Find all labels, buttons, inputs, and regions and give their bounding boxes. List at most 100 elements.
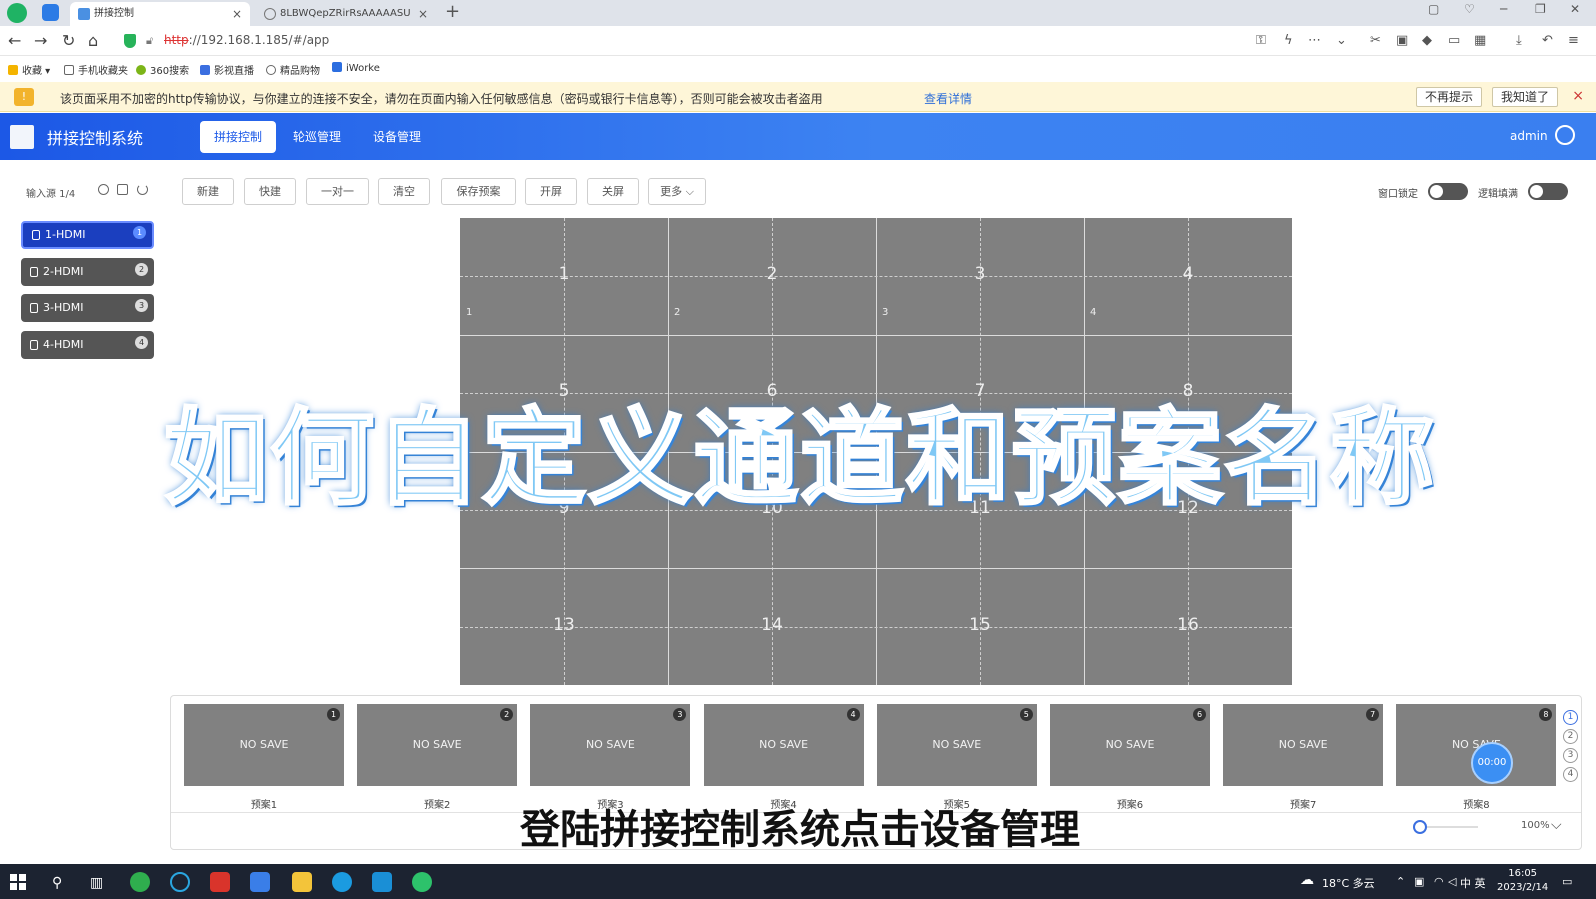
zoom-slider-handle[interactable]: [1413, 820, 1427, 834]
zoom-slider-track[interactable]: [1418, 826, 1478, 828]
browser-tab-active[interactable]: 拼接控制 ×: [70, 2, 250, 26]
user-avatar-icon[interactable]: [1555, 125, 1575, 145]
tab-device-management[interactable]: 设备管理: [359, 121, 435, 153]
undo-icon[interactable]: ↶: [1542, 33, 1553, 48]
preset-card[interactable]: NO SAVE 7: [1223, 704, 1384, 786]
scissors-icon[interactable]: ✂: [1370, 33, 1381, 48]
one-to-one-button[interactable]: 一对一: [306, 178, 369, 205]
key-icon[interactable]: ⚿: [1256, 33, 1266, 48]
edge-icon[interactable]: [332, 872, 352, 892]
sidebar-icon[interactable]: ▭: [1448, 33, 1460, 48]
menu-icon[interactable]: ≡: [1568, 33, 1579, 48]
screen-on-button[interactable]: 开屏: [525, 178, 577, 205]
bookmark-360search[interactable]: 360搜索: [136, 62, 189, 77]
source-item-1[interactable]: 1-HDMI 1: [21, 221, 154, 249]
play-icon[interactable]: [98, 184, 109, 195]
source-item-2[interactable]: 2-HDMI 2: [21, 258, 154, 286]
search-icon[interactable]: ⚲: [52, 875, 62, 891]
refresh-icon[interactable]: [137, 184, 148, 195]
logic-fill-toggle[interactable]: [1528, 183, 1568, 200]
refresh-icon[interactable]: ↻: [62, 31, 75, 50]
browser360-taskbar-icon[interactable]: [130, 872, 150, 892]
url-field[interactable]: http://192.168.1.185/#/app: [164, 33, 329, 47]
extension-purple-icon[interactable]: ▣: [1396, 33, 1408, 48]
ime-indicator[interactable]: 中 英: [1460, 875, 1486, 891]
preset-label[interactable]: 预案7: [1223, 796, 1383, 811]
source-label: 2-HDMI: [43, 265, 84, 278]
volume-icon[interactable]: ◁: [1448, 875, 1456, 888]
screen-off-button[interactable]: 关屏: [587, 178, 639, 205]
preset-card[interactable]: NO SAVE 4: [703, 704, 864, 786]
forward-icon[interactable]: →: [34, 31, 47, 50]
extension-icon[interactable]: [42, 4, 59, 21]
insecure-lock-icon[interactable]: 🔓︎: [146, 34, 153, 48]
bookmark-mobile[interactable]: 手机收藏夹: [64, 62, 128, 77]
wifi-icon[interactable]: ◠: [1434, 875, 1444, 888]
no-remind-button[interactable]: 不再提示: [1416, 87, 1483, 107]
window-close-icon[interactable]: ✕: [1570, 2, 1580, 16]
source-item-3[interactable]: 3-HDMI 3: [21, 294, 154, 322]
tab-close-icon[interactable]: ×: [418, 2, 428, 26]
apps-grid-icon[interactable]: ▦: [1474, 33, 1486, 48]
tray-app-icon[interactable]: ▣: [1414, 875, 1424, 888]
windows-start-icon[interactable]: [10, 874, 26, 890]
clear-button[interactable]: 清空: [378, 178, 430, 205]
tab-close-icon[interactable]: ×: [232, 2, 242, 26]
tab-tour-management[interactable]: 轮巡管理: [279, 121, 355, 153]
preset-card[interactable]: NO SAVE 1: [184, 704, 344, 786]
preset-card[interactable]: NO SAVE 2: [357, 704, 518, 786]
preset-card[interactable]: NO SAVE 3: [530, 704, 691, 786]
browser-tab[interactable]: 8LBWQepZRirRsAAAAASU ×: [256, 2, 436, 26]
timer-badge[interactable]: 00:00: [1471, 742, 1513, 784]
preset-card[interactable]: NO SAVE 6: [1050, 704, 1210, 786]
restore-icon[interactable]: ❐: [1535, 2, 1546, 16]
window-menu-icon[interactable]: ▢: [1428, 2, 1439, 16]
source-item-4[interactable]: 4-HDMI 4: [21, 331, 154, 359]
more-dropdown[interactable]: 更多 ⌵: [648, 178, 706, 205]
bookmark-shopping[interactable]: 精品购物: [266, 62, 320, 77]
search-app-taskbar-icon[interactable]: [170, 872, 190, 892]
preset-card[interactable]: NO SAVE 5: [876, 704, 1037, 786]
preset-label[interactable]: 预案1: [184, 796, 344, 811]
minimize-icon[interactable]: ─: [1500, 2, 1507, 16]
preset-page-button[interactable]: 2: [1563, 729, 1578, 744]
back-icon[interactable]: ←: [8, 31, 21, 50]
weather-text[interactable]: 18°C 多云: [1322, 875, 1375, 891]
grid-icon[interactable]: [117, 184, 128, 195]
lightning-icon[interactable]: ϟ: [1284, 33, 1293, 48]
extension-orange-icon[interactable]: ◆: [1422, 33, 1432, 48]
quick-build-button[interactable]: 快建: [244, 178, 296, 205]
file-explorer-icon[interactable]: [292, 872, 312, 892]
wechat-icon[interactable]: [412, 872, 432, 892]
window-lock-toggle[interactable]: [1428, 183, 1468, 200]
preset-page-button[interactable]: 3: [1563, 748, 1578, 763]
save-preset-button[interactable]: 保存预案: [441, 178, 516, 205]
got-it-button[interactable]: 我知道了: [1492, 87, 1559, 107]
preset-page-button[interactable]: 1: [1563, 710, 1578, 725]
preset-page-button[interactable]: 4: [1563, 767, 1578, 782]
warning-details-link[interactable]: 查看详情: [924, 90, 972, 107]
tab-splice-control[interactable]: 拼接控制: [200, 121, 277, 153]
clock[interactable]: 16:05 2023/2/14: [1497, 867, 1548, 895]
new-button[interactable]: 新建: [182, 178, 234, 205]
wps-taskbar-icon[interactable]: [210, 872, 230, 892]
warning-close-icon[interactable]: ×: [1572, 88, 1584, 104]
bookmark-video[interactable]: 影视直播: [200, 62, 254, 77]
screen-app-icon[interactable]: [372, 872, 392, 892]
security-shield-icon[interactable]: [124, 34, 136, 48]
task-view-icon[interactable]: ▥: [90, 875, 103, 891]
tray-chevron-icon[interactable]: ⌃: [1396, 875, 1405, 888]
more-dots-icon[interactable]: ⋯: [1308, 33, 1321, 48]
preset-label[interactable]: 预案8: [1396, 796, 1556, 811]
zoom-chevron-icon[interactable]: ⌵: [1551, 817, 1562, 833]
bookmark-iworker[interactable]: iWorke: [332, 62, 380, 74]
home-icon[interactable]: ⌂: [88, 31, 98, 50]
skin-icon[interactable]: ♡: [1464, 2, 1475, 16]
bookmark-favorites[interactable]: 收藏 ▾: [8, 62, 50, 77]
chevron-down-icon[interactable]: ⌄: [1336, 33, 1347, 48]
download-icon[interactable]: ⤓: [1516, 33, 1522, 48]
new-tab-button[interactable]: +: [445, 1, 460, 22]
user-name[interactable]: admin: [1510, 129, 1548, 143]
app-taskbar-icon[interactable]: [250, 872, 270, 892]
notification-icon[interactable]: ▭: [1562, 875, 1572, 888]
